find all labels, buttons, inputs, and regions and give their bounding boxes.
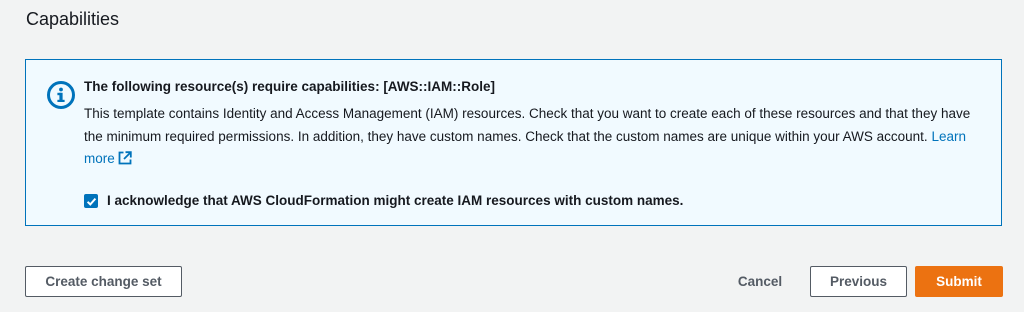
checkmark-icon (86, 197, 96, 206)
capabilities-alert: The following resource(s) require capabi… (25, 59, 1002, 226)
cancel-button[interactable]: Cancel (722, 266, 798, 297)
acknowledge-label: I acknowledge that AWS CloudFormation mi… (107, 193, 684, 208)
create-change-set-button[interactable]: Create change set (25, 266, 182, 297)
alert-body: This template contains Identity and Acce… (84, 103, 984, 171)
previous-button[interactable]: Previous (810, 266, 907, 297)
external-link-icon (118, 151, 132, 165)
section-title: Capabilities (26, 9, 120, 29)
alert-body-text: This template contains Identity and Acce… (84, 106, 971, 144)
submit-button[interactable]: Submit (915, 266, 1003, 297)
acknowledge-row: I acknowledge that AWS CloudFormation mi… (84, 191, 683, 211)
info-icon (47, 81, 75, 109)
alert-heading: The following resource(s) require capabi… (84, 79, 496, 94)
acknowledge-checkbox[interactable] (84, 194, 98, 208)
